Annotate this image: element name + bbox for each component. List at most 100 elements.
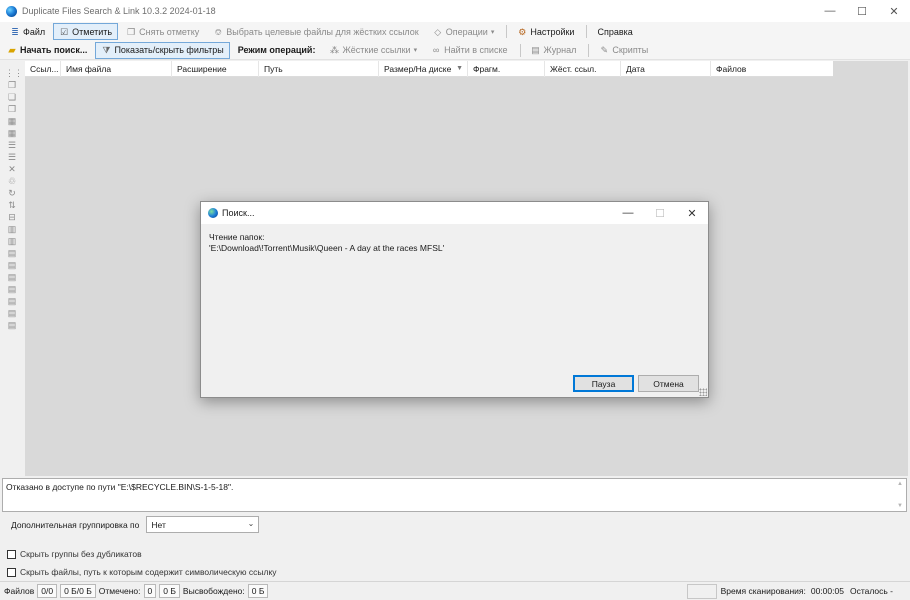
maximize-button[interactable]: ☐ — [846, 0, 878, 22]
scroll-down-icon[interactable]: ▼ — [896, 503, 904, 509]
name-sort-icon[interactable]: ▦ — [5, 116, 19, 127]
column-header-size[interactable]: Размер/На диске ▼ — [379, 61, 468, 77]
column-header[interactable]: Ссыл... — [25, 61, 61, 77]
hide-groups-checkbox[interactable] — [7, 549, 16, 559]
freed-label: Высвобождено: — [182, 586, 245, 596]
folder-search-icon: ▰ — [8, 45, 16, 55]
column-header[interactable]: Имя файла — [61, 61, 172, 77]
bar-icon[interactable]: ▤ — [5, 260, 19, 271]
column-header[interactable]: Жёст. ссыл. — [545, 61, 621, 77]
mark-button-label: Отметить — [72, 26, 113, 37]
sort-icon[interactable]: ⇅ — [5, 200, 19, 211]
resize-grip-icon[interactable] — [699, 388, 707, 396]
freed-value: 0 Б — [247, 584, 269, 598]
script-icon: ✎ — [600, 45, 609, 55]
dialog-close-button[interactable]: ✕ — [676, 202, 708, 224]
operations-menu[interactable]: ◇ Операции ▾ — [427, 23, 501, 40]
list-icon[interactable]: ☰ — [5, 140, 19, 151]
select-targets-label: Выбрать целевые файлы для жёстких ссылок — [226, 26, 419, 37]
help-menu[interactable]: Справка — [591, 23, 638, 40]
bar-icon[interactable]: ▤ — [5, 272, 19, 283]
log-box[interactable]: Отказано в доступе по пути "E:\$RECYCLE.… — [2, 478, 907, 512]
close-button[interactable]: ✕ — [878, 0, 910, 22]
column-header[interactable]: Путь — [259, 61, 379, 77]
dialog-maximize-button: ☐ — [655, 207, 665, 220]
chevron-down-icon: ▾ — [413, 47, 418, 54]
toolbar: ▰ Начать поиск... ⧩ Показать/скрыть филь… — [0, 41, 910, 60]
copy-files-icon[interactable]: ❒ — [5, 104, 19, 115]
marked-size: 0 Б — [159, 584, 180, 598]
bar-icon[interactable]: ▤ — [5, 308, 19, 319]
grouping-select-value: Нет — [151, 519, 166, 530]
group-icon[interactable]: ▥ — [5, 236, 19, 247]
bar-icon[interactable]: ▤ — [5, 296, 19, 307]
grouping-select[interactable]: Нет ⌄ — [146, 516, 260, 533]
start-search-label: Начать поиск... — [20, 45, 88, 55]
toggle-filters-button[interactable]: ⧩ Показать/скрыть фильтры — [95, 41, 230, 59]
journal-icon: ▤ — [531, 45, 540, 55]
delete-icon[interactable]: ✕ — [5, 164, 19, 175]
menu-separator — [586, 25, 588, 38]
dialog-minimize-button[interactable]: — — [612, 202, 644, 224]
columns-icon[interactable]: ⊟ — [5, 212, 19, 223]
current-folder-path: 'E:\Download\!Torrent\Musik\Queen - A da… — [209, 243, 445, 253]
uncheck-icon: ❐ — [127, 26, 136, 37]
hide-symlinks-label: Скрыть файлы, путь к которым содержит си… — [20, 567, 277, 577]
toolbar-separator — [519, 43, 521, 57]
files-size: 0 Б/0 Б — [60, 584, 96, 598]
operations-label: Операции — [445, 26, 488, 37]
dialog-title: Поиск... — [222, 208, 255, 218]
grid-header: Ссыл... Имя файла Расширение Путь Размер… — [25, 61, 833, 77]
cancel-button[interactable]: Отмена — [638, 375, 699, 392]
toggle-filters-label: Показать/скрыть фильтры — [114, 45, 224, 55]
column-header-size-label: Размер/На диске — [384, 64, 452, 74]
app-logo-icon — [208, 208, 218, 218]
column-header[interactable]: Файлов — [711, 61, 833, 77]
minimize-button[interactable]: — — [814, 0, 846, 22]
scripts-button[interactable]: ✎ Скрипты — [593, 42, 654, 59]
find-in-list-label: Найти в списке — [444, 45, 508, 55]
hide-symlinks-checkbox[interactable] — [7, 567, 16, 577]
hide-symlinks-option[interactable]: Скрыть файлы, путь к которым содержит си… — [7, 567, 277, 577]
sort-desc-icon: ▼ — [456, 65, 463, 72]
bar-icon[interactable]: ▤ — [5, 248, 19, 259]
file-menu-icon: ≣ — [11, 26, 19, 37]
link-icon: ⁂ — [329, 45, 339, 55]
mode-label-text: Режим операций: — [237, 45, 316, 55]
column-header[interactable]: Расширение — [172, 61, 259, 77]
list-icon[interactable]: ☰ — [5, 152, 19, 163]
find-in-list-button[interactable]: ∞ Найти в списке — [425, 42, 513, 59]
hard-links-dropdown[interactable]: ⁂ Жёсткие ссылки ▾ — [323, 42, 423, 59]
mark-button[interactable]: ☑ Отметить — [53, 23, 119, 40]
select-targets-button[interactable]: ⎊ Выбрать целевые файлы для жёстких ссыл… — [207, 23, 424, 40]
window-titlebar: Duplicate Files Search & Link 10.3.2 202… — [0, 0, 910, 22]
start-search-button[interactable]: ▰ Начать поиск... — [4, 42, 93, 59]
settings-label: Настройки — [530, 26, 575, 37]
unmark-button[interactable]: ❐ Снять отметку — [120, 23, 205, 40]
left-toolbar: ⋮⋮ ❐ ❏ ❒ ▦ ▦ ☰ ☰ ✕ ♲ ↻ ⇅ ⊟ ▥ ▥ ▤ ▤ ▤ ▤ ▤… — [0, 62, 24, 476]
bar-icon[interactable]: ▤ — [5, 320, 19, 331]
log-message: Отказано в доступе по пути "E:\$RECYCLE.… — [6, 482, 234, 492]
scroll-up-icon[interactable]: ▲ — [896, 481, 904, 487]
journal-button[interactable]: ▤ Журнал — [525, 42, 583, 59]
settings-menu[interactable]: ⚙ Настройки — [511, 23, 580, 40]
recycle-icon[interactable]: ♲ — [5, 176, 19, 187]
menu-file[interactable]: ≣ Файл — [4, 23, 51, 40]
filter-icon: ⧩ — [102, 45, 111, 55]
copy-icon[interactable]: ❏ — [5, 92, 19, 103]
log-scrollbar[interactable]: ▲ ▼ — [896, 481, 904, 509]
settings-icon: ⚙ — [518, 26, 527, 37]
name-sort-icon[interactable]: ▦ — [5, 128, 19, 139]
mark-group-icon[interactable]: ❐ — [5, 80, 19, 91]
bar-icon[interactable]: ▤ — [5, 284, 19, 295]
hard-links-label: Жёсткие ссылки — [342, 45, 411, 55]
column-header[interactable]: Фрагм. — [468, 61, 545, 77]
group-icon[interactable]: ▥ — [5, 224, 19, 235]
column-header[interactable]: Дата — [621, 61, 711, 77]
mode-label: Режим операций: — [232, 42, 322, 59]
pause-button[interactable]: Пауза — [573, 375, 634, 392]
journal-label: Журнал — [543, 45, 577, 55]
refresh-icon[interactable]: ↻ — [5, 188, 19, 199]
hide-groups-option[interactable]: Скрыть группы без дубликатов — [7, 549, 142, 559]
hide-groups-label: Скрыть группы без дубликатов — [20, 549, 142, 559]
